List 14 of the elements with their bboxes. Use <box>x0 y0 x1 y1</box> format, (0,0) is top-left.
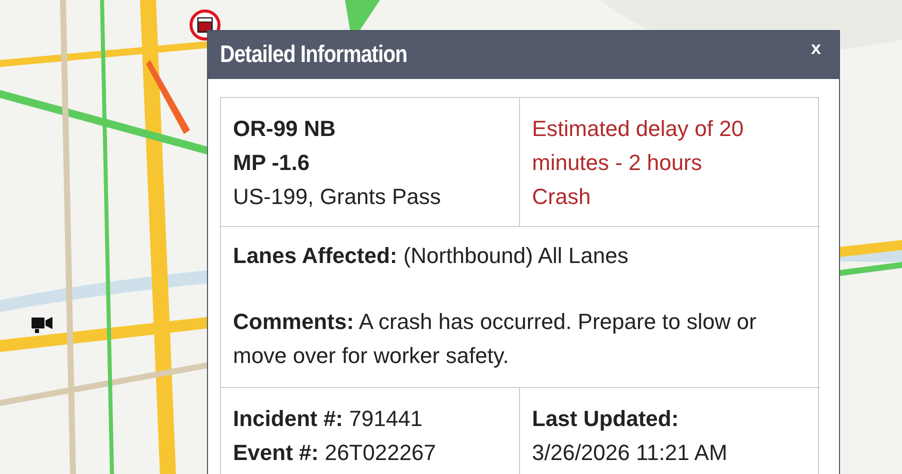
close-button[interactable]: x <box>806 38 825 58</box>
place-text: US-199, Grants Pass <box>233 183 442 211</box>
camera-icon[interactable] <box>30 314 54 334</box>
detail-text: Comments: A crash has occurred. Prepare to slow or move over for worker safety. <box>233 308 758 370</box>
detail-text: Lanes Affected: (Northbound) All Lanes <box>233 242 630 270</box>
updated-time: 3/26/2026 11:21 AM <box>532 439 728 467</box>
event-type-text: Crash <box>532 183 592 211</box>
route-label: OR-99 NB <box>233 115 337 143</box>
updated-label: Last Updated: <box>532 405 680 433</box>
popup-title: Detailed Information <box>220 41 408 69</box>
delay-text: Estimated delay of 20 minutes - 2 hours <box>532 115 745 177</box>
id-text: Event #: 26T022267 <box>233 439 438 467</box>
id-text: Incident #: 791441 <box>233 405 424 433</box>
milepost-label: MP -1.6 <box>233 149 311 177</box>
